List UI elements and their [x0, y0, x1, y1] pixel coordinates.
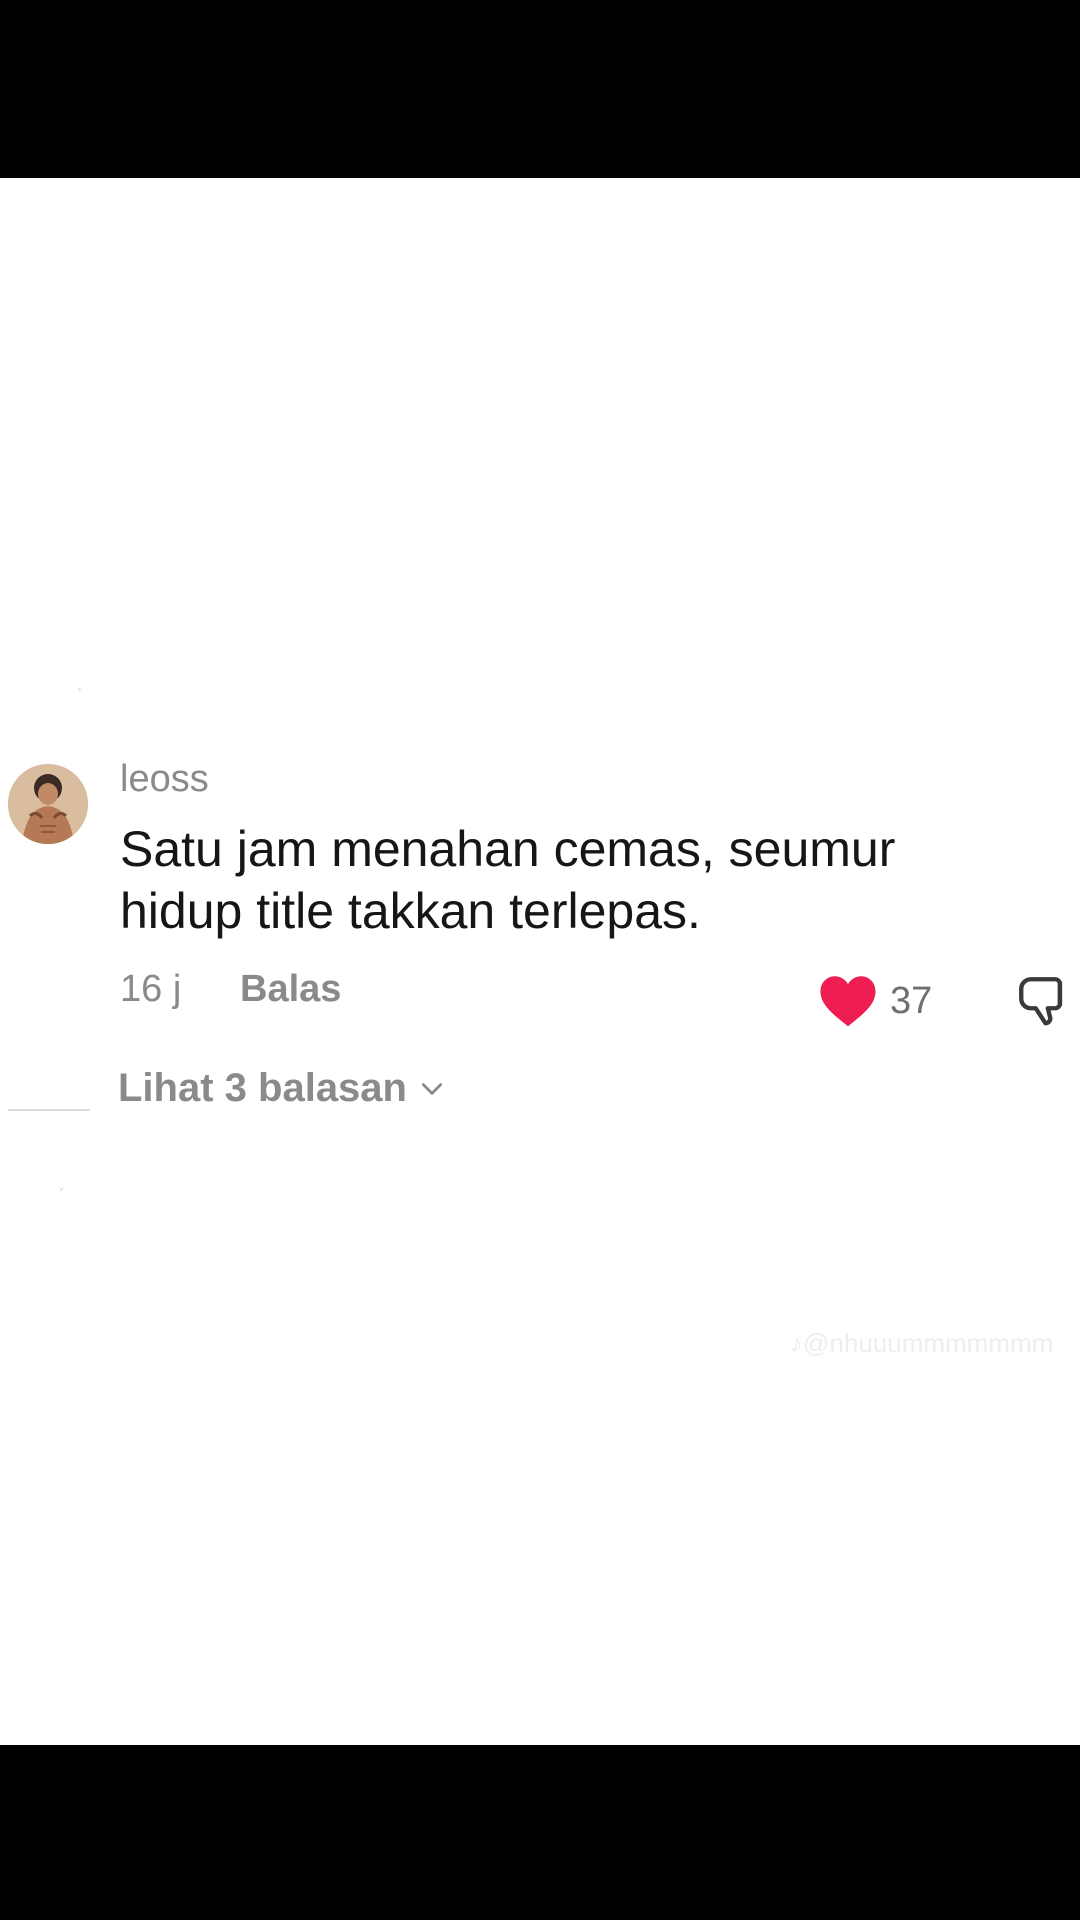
view-replies-label: Lihat 3 balasan	[118, 1066, 407, 1110]
letterbox-bottom	[0, 1745, 1080, 1920]
comment-text: Satu jam menahan cemas, seumur hidup tit…	[120, 821, 896, 939]
heart-icon	[820, 976, 876, 1027]
watermark: ♪@nhuuummmmmmm	[790, 1328, 1054, 1358]
avatar[interactable]	[8, 764, 88, 844]
comment-username[interactable]: leoss	[120, 758, 209, 801]
artifact-dot	[78, 688, 81, 691]
artifact-dot	[60, 1188, 63, 1191]
reply-button[interactable]: Balas	[240, 968, 341, 1011]
like-button[interactable]	[818, 972, 878, 1028]
avatar-image	[8, 764, 88, 844]
comment-timestamp: 16 j	[120, 968, 182, 1010]
thumbs-down-icon	[1019, 977, 1063, 1026]
letterbox-top	[0, 0, 1080, 178]
view-replies-button[interactable]: Lihat 3 balasan	[118, 1066, 445, 1111]
chevron-down-icon	[421, 1082, 443, 1095]
comment-section: leoss Satu jam menahan cemas, seumur hid…	[0, 178, 1080, 1745]
replies-divider	[8, 1109, 90, 1111]
dislike-button[interactable]	[1014, 972, 1072, 1030]
like-count: 37	[890, 980, 933, 1022]
